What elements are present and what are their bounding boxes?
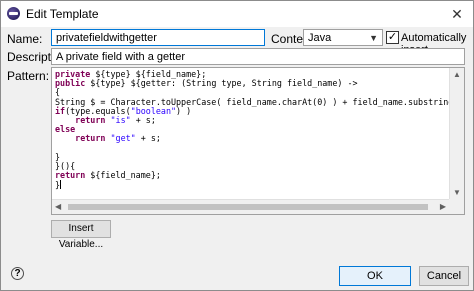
code-text: + s; <box>135 133 161 144</box>
scroll-up-icon[interactable]: ▲ <box>453 70 461 79</box>
pattern-editor[interactable]: private ${type} ${field_name}; public ${t… <box>51 67 465 215</box>
horizontal-scrollbar[interactable]: ◀ ▶ <box>52 199 449 214</box>
close-icon[interactable]: ✕ <box>447 4 467 24</box>
code-keyword: return <box>55 170 86 181</box>
code-line: return "is" + s; <box>55 115 450 126</box>
context-select-value: Java <box>308 32 332 44</box>
cancel-button[interactable]: Cancel <box>419 266 469 286</box>
pattern-label: Pattern: <box>7 69 50 83</box>
code-line: public ${type} ${getter: (String type, S… <box>55 79 450 88</box>
title-bar: Edit Template ✕ <box>1 1 473 27</box>
window-title: Edit Template <box>26 7 99 21</box>
ok-button[interactable]: OK <box>339 266 411 286</box>
scroll-right-icon[interactable]: ▶ <box>440 202 446 211</box>
horizontal-scroll-thumb[interactable] <box>68 204 428 210</box>
code-line: } <box>55 152 450 162</box>
scroll-down-icon[interactable]: ▼ <box>453 188 461 197</box>
code-line: return ${field_name}; <box>55 171 450 180</box>
scroll-left-icon[interactable]: ◀ <box>55 202 61 211</box>
code-keyword: return <box>75 133 106 144</box>
scroll-corner <box>449 199 464 214</box>
code-text: + s; <box>130 115 156 126</box>
code-line: } <box>55 180 450 190</box>
code-string: "get" <box>110 133 136 144</box>
edit-template-dialog: Edit Template ✕ Name: privatefieldwithge… <box>0 0 474 291</box>
text-caret <box>60 180 62 190</box>
context-select[interactable]: Java ▼ <box>303 29 383 46</box>
chevron-down-icon: ▼ <box>369 33 378 43</box>
name-input[interactable]: privatefieldwithgetter <box>51 29 265 46</box>
pattern-code[interactable]: private ${type} ${field_name}; public ${t… <box>55 70 450 198</box>
eclipse-icon <box>7 7 20 20</box>
code-text: ${type} ${getter: (String type, String f… <box>85 78 358 89</box>
help-icon[interactable]: ? <box>11 267 24 280</box>
name-label: Name: <box>7 32 43 46</box>
code-text: ${field_name}; <box>85 170 161 181</box>
auto-insert-checkbox[interactable]: ✓ <box>386 31 399 44</box>
code-string: "is" <box>110 115 131 126</box>
description-input[interactable]: A private field with a getter <box>51 48 465 65</box>
code-line: return "get" + s; <box>55 134 450 143</box>
insert-variable-button[interactable]: Insert Variable... <box>51 220 111 250</box>
vertical-scrollbar[interactable]: ▲ ▼ <box>449 68 464 199</box>
code-text: ) ) <box>176 105 192 116</box>
code-keyword: return <box>75 115 106 126</box>
